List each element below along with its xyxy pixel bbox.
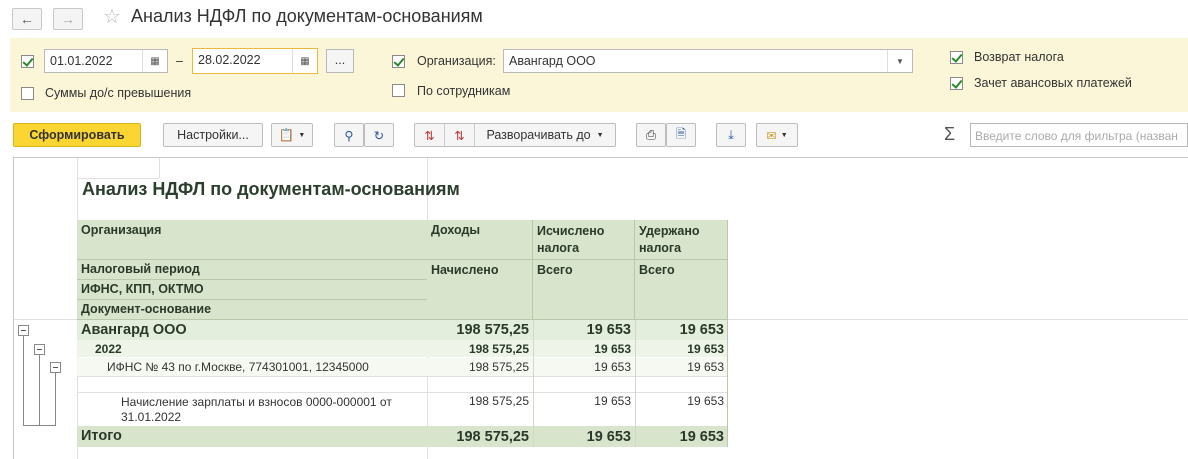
filter-input[interactable]: Введите слово для фильтра (назван [970, 123, 1188, 147]
find-button[interactable]: ⚲ [334, 123, 364, 147]
header-calc: Исчислено налога [533, 220, 635, 260]
row-ifns-calc: 19 653 [533, 358, 635, 376]
by-employee-label: По сотрудникам [417, 84, 511, 98]
tree-line [55, 373, 56, 426]
report-area: Анализ НДФЛ по документам-основаниям Орг… [13, 157, 1188, 459]
collapse-ifns-icon[interactable] [50, 362, 61, 373]
window-title: Анализ НДФЛ по документам-основаниям [131, 6, 483, 26]
date-dash: – [176, 54, 183, 68]
header-income-sub: Начислено [427, 260, 533, 320]
header-doc: Документ-основание [77, 300, 428, 320]
header-income: Доходы [427, 220, 533, 260]
expand-to-button[interactable]: Разворачивать до ▼ [475, 124, 615, 146]
chevron-down-icon[interactable]: ▼ [887, 50, 912, 72]
grid-line [159, 158, 160, 178]
header-withheld: Удержано налога [635, 220, 728, 260]
period-checkbox[interactable] [21, 55, 34, 68]
chevron-down-icon: ▼ [298, 131, 306, 139]
report-title: Анализ НДФЛ по документам-основаниям [82, 179, 460, 199]
row-year-name[interactable]: 2022 [77, 340, 428, 357]
row-doc-name[interactable]: Начисление зарплаты и взносов 0000-00000… [77, 394, 428, 426]
row-ifns-name[interactable]: ИФНС № 43 по г.Москве, 774301001, 123450… [77, 358, 428, 376]
envelope-icon: ✉ [766, 128, 777, 143]
tree-line [39, 355, 40, 426]
total-withheld: 19 653 [635, 426, 728, 447]
org-select[interactable]: Авангард ООО ▼ [503, 49, 913, 73]
calendar-icon[interactable]: ▦ [142, 50, 167, 72]
advance-checkbox[interactable] [950, 77, 963, 90]
variants-button[interactable]: 📋 ▼ [271, 123, 313, 147]
tree-line [23, 425, 56, 426]
excess-checkbox[interactable] [21, 87, 34, 100]
grid-line [77, 376, 728, 377]
report-variants-icon: 📋 [278, 127, 295, 142]
search-icon: ⚲ [344, 128, 354, 143]
collapse-year-icon[interactable] [34, 344, 45, 355]
grid-line [635, 320, 636, 447]
total-calc: 19 653 [533, 426, 635, 447]
expand-group: ⇅ ⇅ Разворачивать до ▼ [414, 123, 616, 147]
row-doc-calc: 19 653 [594, 394, 631, 408]
sort-desc-icon: ⇅ [454, 128, 465, 143]
sort-asc-icon: ⇅ [424, 128, 435, 143]
grid-line [727, 220, 728, 447]
calendar-icon[interactable]: ▦ [292, 49, 317, 73]
advance-label: Зачет авансовых платежей [974, 76, 1132, 90]
org-checkbox[interactable] [392, 55, 405, 68]
find-next-button[interactable]: ↻ [364, 123, 394, 147]
row-org-income: 198 575,25 [427, 320, 533, 340]
row-org-name[interactable]: Авангард ООО [77, 320, 428, 340]
total-label: Итого [77, 426, 428, 447]
total-income: 198 575,25 [427, 426, 533, 447]
chevron-down-icon: ▼ [780, 131, 788, 139]
period-more-button[interactable]: ... [326, 49, 354, 73]
download-icon: ⤓ [728, 127, 734, 142]
search-next-icon: ↻ [373, 128, 385, 143]
row-doc-withheld: 19 653 [687, 394, 724, 408]
header-period: Налоговый период [77, 260, 428, 280]
grid-line [77, 392, 728, 393]
printer-icon: ⎙ [645, 127, 656, 142]
header-withheld-sub: Всего [635, 260, 728, 320]
by-employee-checkbox[interactable] [392, 84, 405, 97]
preview-button[interactable]: 🗎 [666, 123, 696, 147]
row-org-withheld: 19 653 [635, 320, 728, 340]
row-org-calc: 19 653 [533, 320, 635, 340]
arrow-left-icon: ← [20, 11, 34, 27]
back-button[interactable]: ← [12, 8, 42, 30]
header-org: Организация [77, 220, 428, 260]
print-button[interactable]: ⎙ [636, 123, 666, 147]
date-to-field[interactable]: 28.02.2022 ▦ [192, 48, 318, 74]
row-year-income: 198 575,25 [427, 340, 533, 357]
print-preview-icon: 🗎 [675, 126, 687, 141]
generate-button[interactable]: Сформировать [13, 123, 141, 147]
save-button[interactable]: ⤓ [716, 123, 746, 147]
collapse-org-icon[interactable] [18, 325, 29, 336]
excess-label: Суммы до/с превышения [45, 86, 192, 100]
arrow-right-icon: → [61, 11, 75, 27]
sum-icon[interactable]: Σ [944, 124, 955, 145]
row-doc-income: 198 575,25 [468, 394, 529, 408]
tree-line [23, 336, 24, 426]
row-year-withheld: 19 653 [635, 340, 728, 357]
row-ifns-income: 198 575,25 [427, 358, 533, 376]
refund-label: Возврат налога [974, 50, 1064, 64]
grid-line [533, 320, 534, 447]
org-label: Организация: [417, 54, 496, 68]
date-from-field[interactable]: 01.01.2022 ▦ [44, 49, 168, 73]
header-ifns: ИФНС, КПП, ОКТМО [77, 280, 428, 300]
forward-button[interactable]: → [53, 8, 83, 30]
settings-button[interactable]: Настройки... [163, 123, 263, 147]
header-calc-sub: Всего [533, 260, 635, 320]
row-year-calc: 19 653 [533, 340, 635, 357]
row-ifns-withheld: 19 653 [635, 358, 728, 376]
favorite-star-icon[interactable]: ☆ [103, 4, 121, 29]
send-button[interactable]: ✉ ▼ [756, 123, 798, 147]
sort-asc-button[interactable]: ⇅ [415, 124, 445, 146]
chevron-down-icon: ▼ [596, 131, 604, 139]
sort-desc-button[interactable]: ⇅ [445, 124, 475, 146]
refund-checkbox[interactable] [950, 51, 963, 64]
